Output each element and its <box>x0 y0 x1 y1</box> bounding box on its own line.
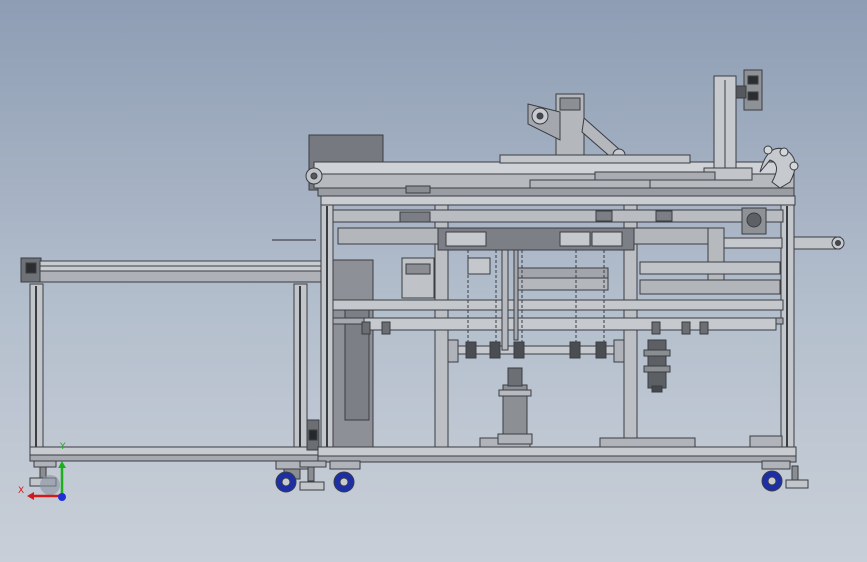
caster-wheels <box>29 460 809 493</box>
left-conveyor-table <box>20 257 326 462</box>
middle-assembly <box>337 207 845 335</box>
triad-x-label: X <box>18 486 25 496</box>
cad-viewport[interactable]: X Y <box>0 0 867 562</box>
triad-y-label: Y <box>60 442 66 452</box>
